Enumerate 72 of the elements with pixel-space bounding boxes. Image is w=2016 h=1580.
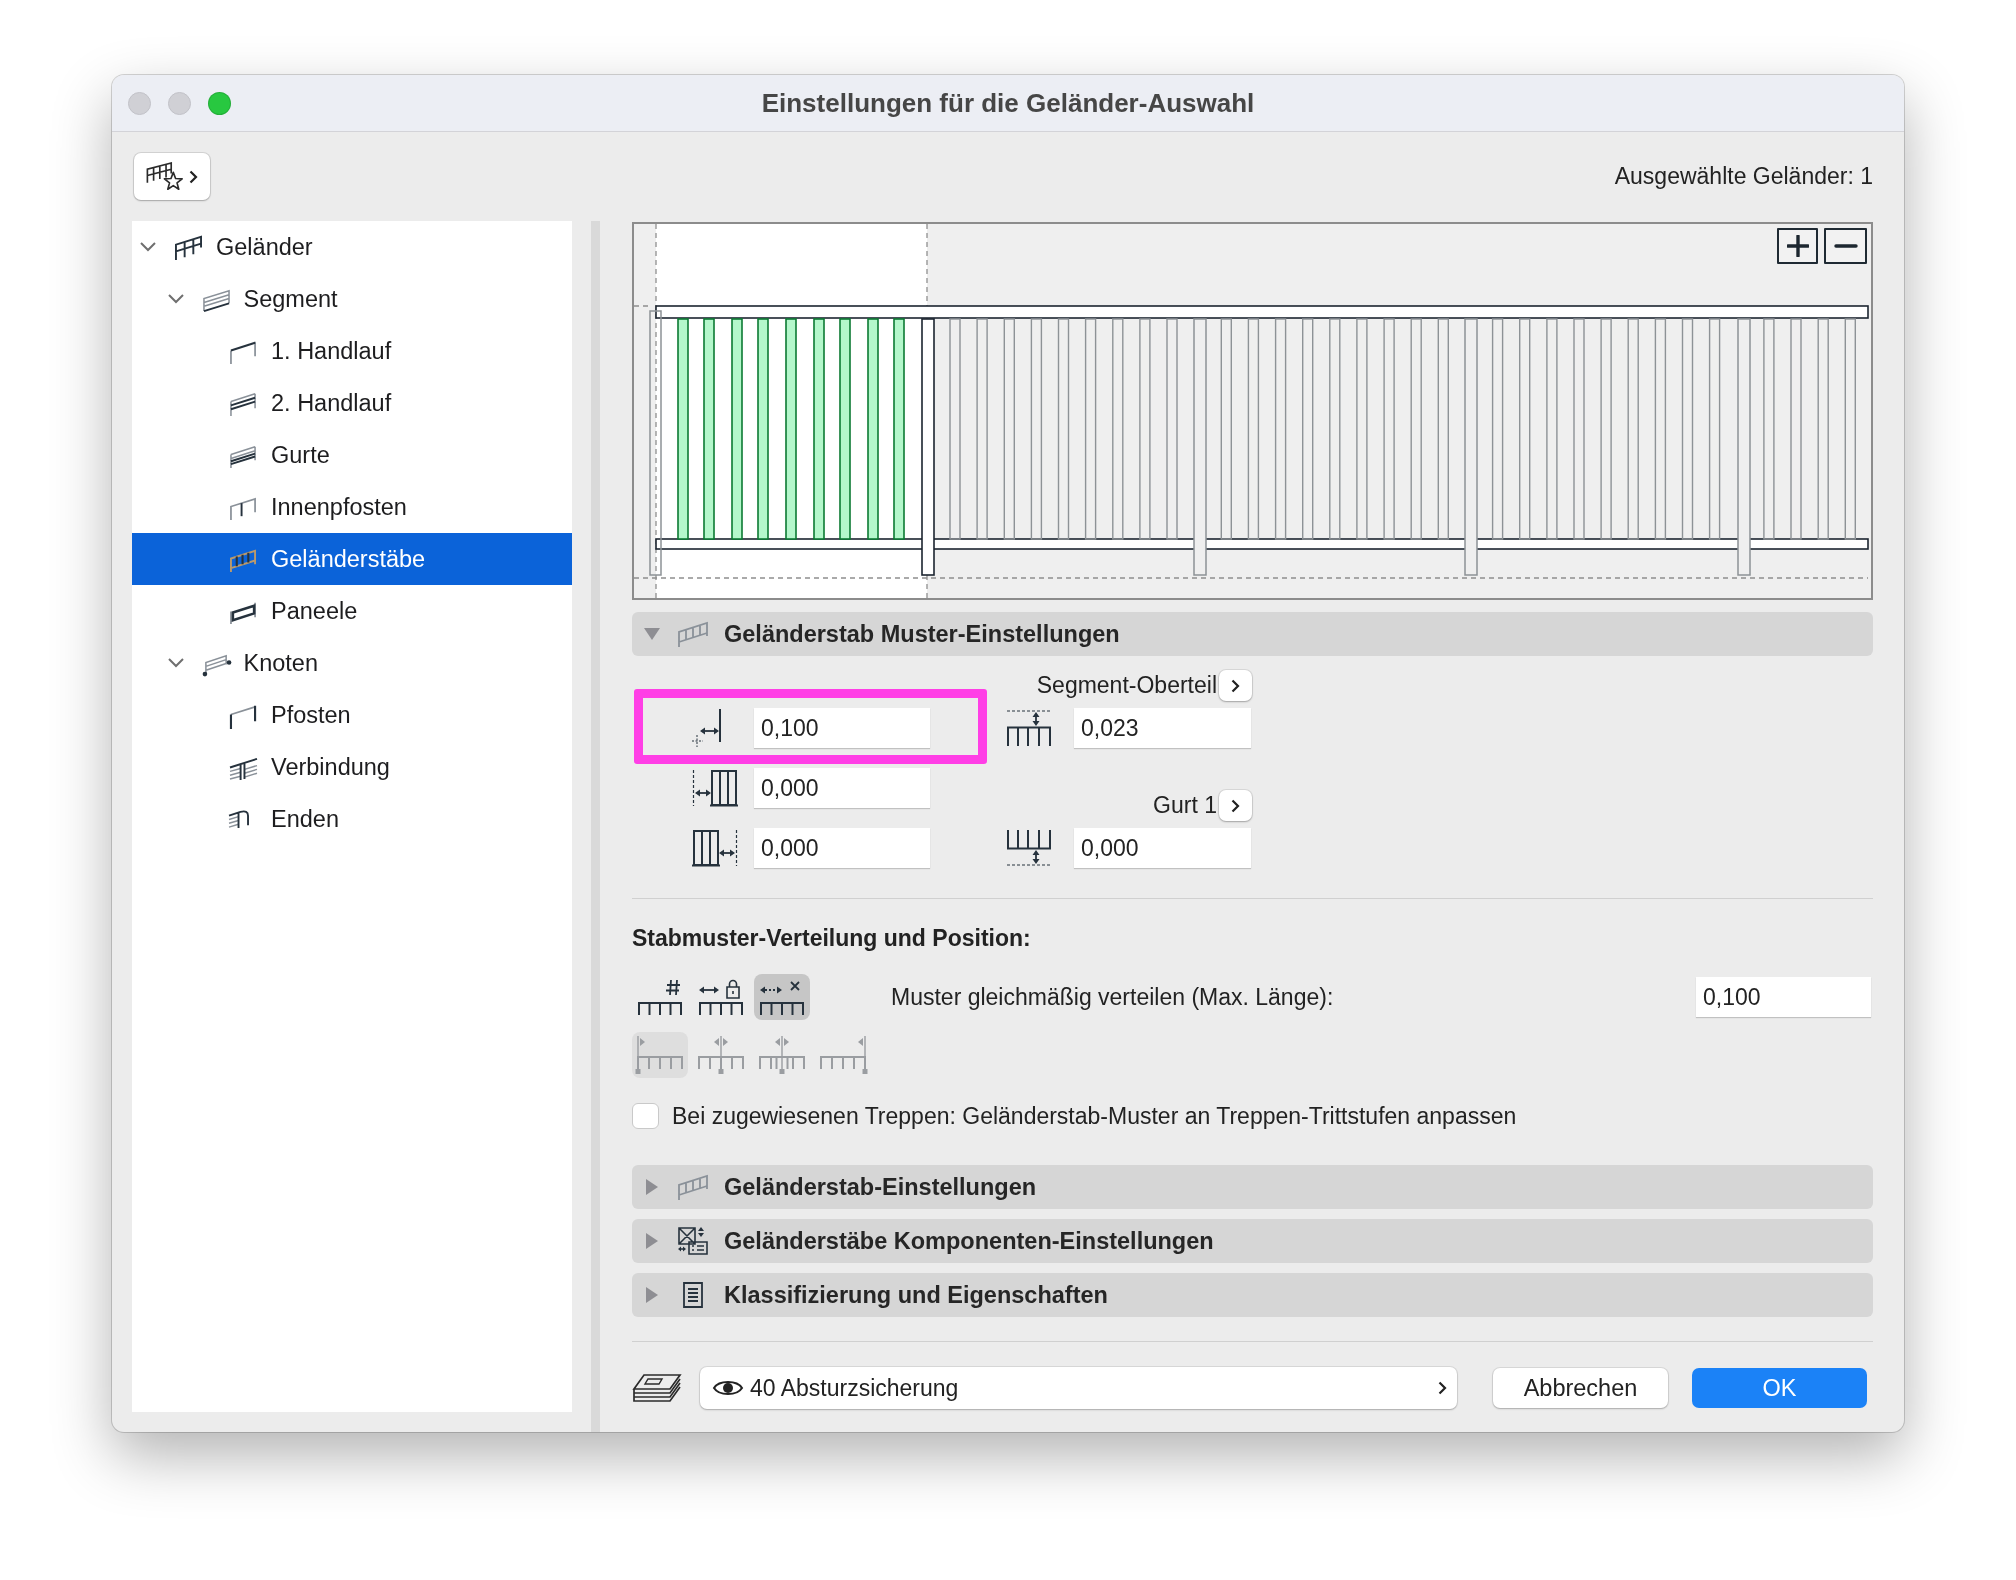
number-field[interactable]: 0,023 [1074, 708, 1251, 748]
tree-item[interactable]: 1. Handlauf [132, 325, 572, 377]
section-header[interactable]: Klassifizierung und Eigenschaften [632, 1273, 1873, 1317]
railing-icon [173, 233, 204, 261]
selection-count: Ausgewählte Geländer: 1 [1614, 162, 1873, 191]
section-header[interactable]: Geländerstab-Einstellungen [632, 1165, 1873, 1209]
ok-button[interactable]: OK [1692, 1368, 1867, 1408]
layer-dropdown[interactable]: 40 Absturzsicherung [700, 1367, 1457, 1409]
chevron-icon[interactable] [140, 242, 156, 252]
tree-item[interactable]: Segment [132, 273, 572, 325]
number-field[interactable]: 0,000 [754, 828, 930, 868]
chevron-icon [189, 169, 198, 184]
zoom-out-button[interactable] [1824, 228, 1867, 264]
tree-item[interactable]: Geländerstäbe [132, 533, 572, 585]
chevron-icon[interactable] [167, 294, 184, 304]
number-field[interactable]: 0,000 [1074, 828, 1251, 868]
tree-item[interactable]: Gurte [132, 429, 572, 481]
component-list-icon [677, 1226, 709, 1256]
zoom-in-button[interactable] [1777, 228, 1818, 264]
plus-icon [1786, 235, 1809, 257]
rail-end-icon [228, 809, 250, 829]
chevron-icon [1438, 1381, 1447, 1395]
favorites-button[interactable] [134, 153, 210, 200]
baluster-icon [676, 1173, 710, 1201]
section-header[interactable]: Geländerstab Muster-Einstellungen [632, 612, 1873, 656]
number-field[interactable]: 0,000 [754, 768, 930, 808]
tree-item[interactable]: Verbindung [132, 741, 572, 793]
number-field[interactable]: 0,100 [754, 708, 930, 748]
tree-item[interactable]: Knoten [132, 637, 572, 689]
bottom-gap-icon [1006, 829, 1052, 867]
tree-item[interactable]: Innenpfosten [132, 481, 572, 533]
length-lock-icon [697, 977, 745, 1017]
tree-item[interactable]: Paneele [132, 585, 572, 637]
section-title: Stabmuster-Verteilung und Position: [632, 925, 1032, 951]
window-title: Einstellungen für die Geländer-Auswahl [761, 87, 1255, 119]
chevron-button[interactable] [1219, 670, 1252, 701]
chevron-icon [1231, 798, 1240, 813]
cancel-button[interactable]: Abbrechen [1493, 1368, 1668, 1408]
number-field[interactable]: 0,100 [1696, 977, 1871, 1017]
distribution-mode-button[interactable] [754, 974, 810, 1020]
field-label: Gurt 1 [1153, 792, 1217, 819]
end-offset-icon [692, 829, 738, 867]
chevron-icon [1231, 678, 1240, 693]
checkbox[interactable] [632, 1103, 659, 1129]
disclosure-triangle-icon[interactable] [646, 1233, 658, 1249]
align-center-icon [757, 1035, 807, 1075]
baluster-icon [676, 620, 710, 648]
disclosure-triangle-icon[interactable] [646, 1179, 658, 1195]
align-end-icon [818, 1035, 868, 1075]
zoom-button[interactable] [208, 91, 231, 115]
field-label: Segment-Oberteil [1036, 672, 1217, 699]
section-header[interactable]: Geländerstäbe Komponenten-Einstellungen [632, 1219, 1873, 1263]
railing-star-icon [146, 162, 184, 191]
chevron-icon[interactable] [167, 658, 184, 668]
layers-icon [632, 1373, 682, 1403]
tree-item[interactable]: Geländer [132, 221, 572, 273]
document-icon [682, 1281, 704, 1309]
tree-item[interactable]: Enden [132, 793, 572, 845]
top-gap-icon [1006, 709, 1052, 747]
tree-item[interactable]: Pfosten [132, 689, 572, 741]
disclosure-triangle-icon[interactable] [646, 1287, 658, 1303]
checkbox-label: Bei zugewiesenen Treppen: Geländerstab-Muster an Treppen-Trittstufen anpassen [672, 1102, 1517, 1130]
field-label: Muster gleichmäßig verteilen (Max. Länge): [891, 983, 1334, 1011]
disclosure-triangle-icon[interactable] [644, 628, 660, 640]
tree-item[interactable]: 2. Handlauf [132, 377, 572, 429]
minus-icon [1833, 244, 1858, 248]
count-icon [636, 977, 684, 1017]
align-center-icon [696, 1035, 746, 1075]
spacing-icon [692, 708, 722, 748]
start-offset-icon [692, 769, 738, 807]
chevron-button[interactable] [1219, 790, 1252, 821]
align-start-icon [635, 1035, 685, 1075]
